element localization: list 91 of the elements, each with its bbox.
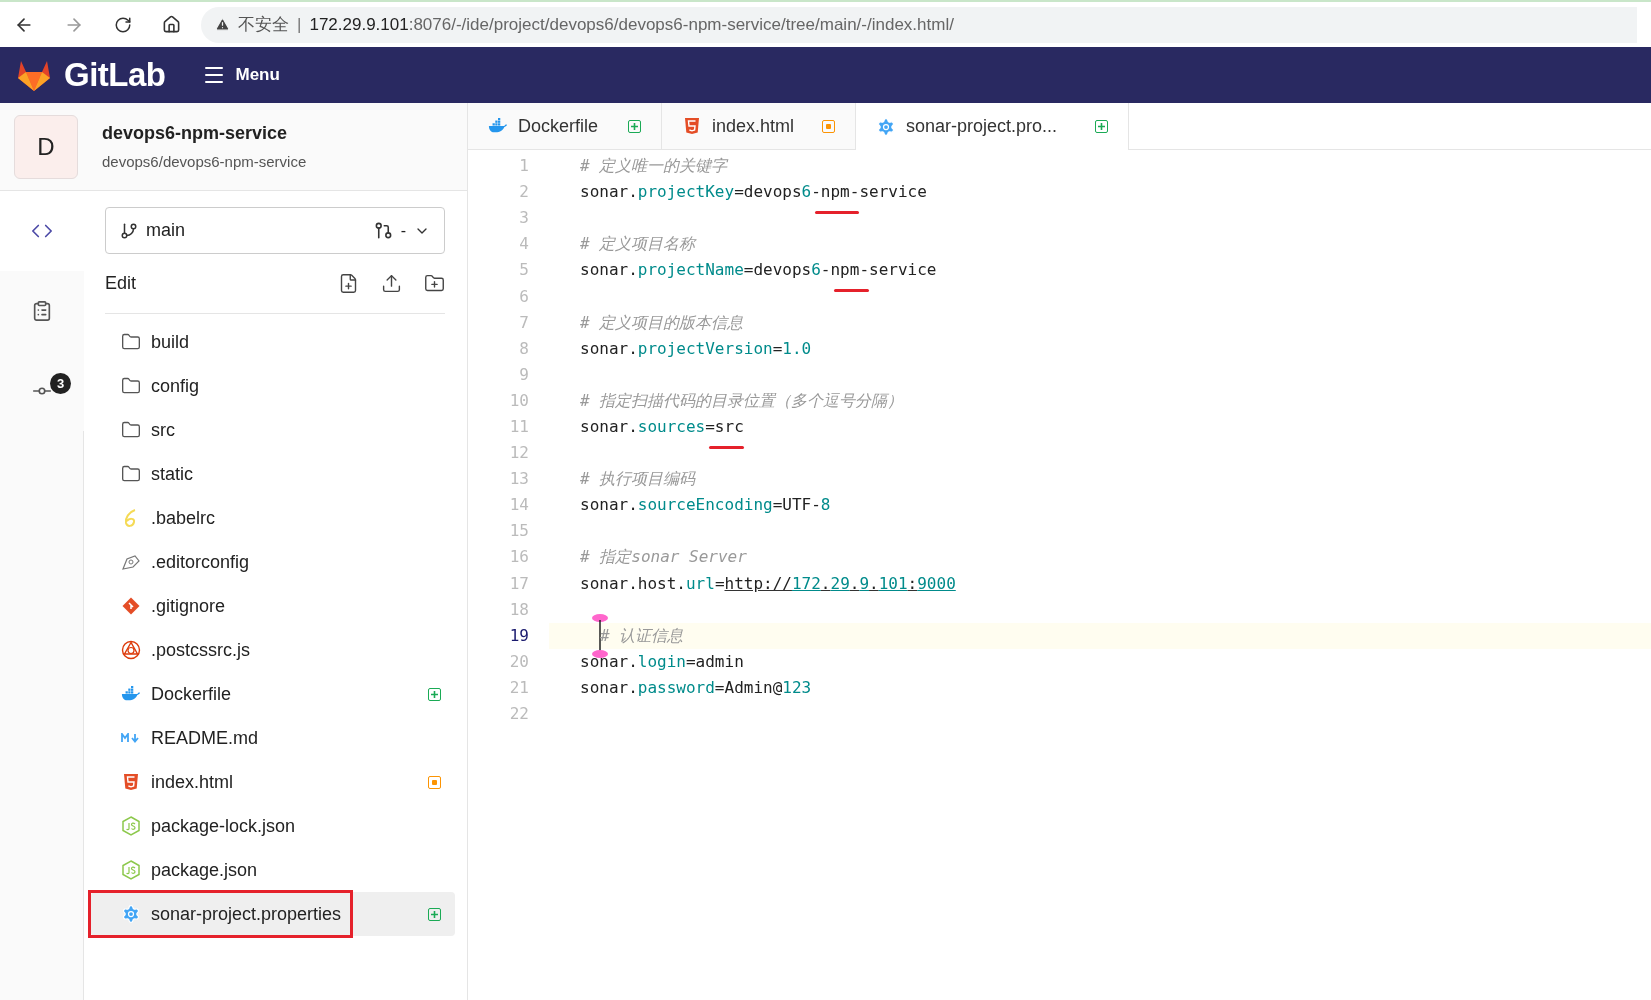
file-tree-item[interactable]: index.html [105, 760, 455, 804]
line-number: 1 [518, 155, 530, 178]
code-line: sonar.sourceEncoding=UTF-8 [580, 494, 831, 517]
line-number: 6 [518, 285, 530, 308]
branch-name: main [146, 219, 186, 242]
code-line: sonar.projectVersion=1.0 [580, 337, 812, 360]
new-folder-icon[interactable] [424, 273, 445, 294]
line-number: 12 [508, 442, 530, 465]
line-number: 3 [518, 207, 530, 230]
folder-icon [121, 464, 141, 484]
file-tree-item[interactable]: .editorconfig [105, 540, 455, 584]
line-number: 14 [508, 494, 530, 517]
file-tree-item[interactable]: package.json [105, 848, 455, 892]
code-line: sonar.sources=src [580, 415, 744, 439]
file-tree-item[interactable]: README.md [105, 716, 455, 760]
code-line: sonar.projectName=devops6-npm-service [580, 258, 937, 283]
upload-icon[interactable] [381, 273, 402, 294]
line-number: 5 [518, 259, 530, 282]
project-avatar: D [14, 114, 78, 179]
code-line: # 定义项目名称 [580, 233, 696, 256]
code-line: sonar.host.url=http://172.29.9.101:9000 [580, 572, 956, 595]
line-number: 13 [508, 468, 530, 491]
file-tree-item[interactable]: package-lock.json [105, 804, 455, 848]
file-tree-item[interactable]: config [105, 364, 455, 408]
html5-icon [121, 772, 141, 792]
file-tree-item[interactable]: .postcssrc.js [105, 628, 455, 672]
clipboard-icon [31, 300, 53, 322]
code-line: sonar.login=admin [580, 650, 744, 673]
security-label: 不安全 [238, 13, 289, 36]
file-tree-item[interactable]: .babelrc [105, 496, 455, 540]
new-file-icon[interactable] [338, 273, 359, 294]
branch-icon [120, 221, 138, 240]
line-number: 9 [518, 363, 530, 386]
project-path: devops6/devops6-npm-service [102, 151, 307, 172]
annotation-underline [815, 211, 860, 215]
line-number: 21 [508, 676, 530, 699]
line-number: 22 [508, 703, 530, 725]
project-name[interactable]: devops6-npm-service [102, 119, 307, 147]
tree-header: Edit [105, 272, 138, 295]
merge-request-icon [373, 221, 393, 240]
address-bar[interactable]: 不安全 | 172.29.9.101:8076/-/ide/project/devops6/devops6-npm-service/tree/main/-/index.html/ [201, 6, 1637, 43]
line-number: 7 [518, 311, 530, 334]
file-tree-item[interactable]: static [105, 452, 455, 496]
editor-tab[interactable]: Dockerfile [468, 103, 662, 150]
editor-tab[interactable]: sonar-project.pro... [856, 103, 1129, 150]
pen-icon [121, 552, 141, 572]
editor-tab[interactable]: index.html [662, 103, 856, 150]
merge-request-value: - [400, 220, 406, 241]
line-number: 20 [508, 650, 530, 673]
nodejs-icon [121, 860, 141, 880]
line-number: 8 [518, 337, 530, 360]
nodejs-icon [121, 816, 141, 836]
file-tree-item[interactable]: Dockerfile [105, 672, 455, 716]
line-number: 10 [508, 389, 530, 412]
gear-icon [121, 904, 141, 924]
annotation-underline [709, 446, 744, 449]
count-badge: 3 [50, 373, 71, 394]
folder-icon [121, 376, 141, 396]
folder-icon [121, 332, 141, 352]
branch-dropdown[interactable]: main - [105, 207, 445, 254]
line-number: 2 [518, 181, 530, 204]
separator-text: | [297, 13, 302, 36]
html5-icon [682, 116, 702, 136]
file-tree-item[interactable]: .gitignore [105, 584, 455, 628]
code-line: # 指定sonar Server [580, 546, 747, 569]
code-line: sonar.projectKey=devops6-npm-service [580, 180, 927, 205]
gear-icon [876, 116, 896, 137]
code-line: # 执行项目编码 [580, 468, 696, 491]
code-line: sonar.password=Admin@123 [580, 676, 812, 699]
postcss-icon [121, 640, 141, 660]
line-number: 19 [508, 624, 530, 647]
url-text: 172.29.9.101:8076/-/ide/project/devops6/devops6-npm-service/tree/main/-/index.html/ [309, 13, 954, 36]
line-number: 11 [508, 416, 530, 438]
line-number: 15 [508, 520, 530, 543]
annotation-underline [834, 289, 869, 293]
line-number: 4 [518, 233, 530, 256]
file-tree-item[interactable]: sonar-project.properties [91, 892, 455, 936]
file-tree-item[interactable]: src [105, 408, 455, 452]
line-number: 16 [508, 546, 530, 569]
code-line: # 定义项目的版本信息 [580, 311, 744, 334]
code-line: # 定义唯一的关键字 [580, 155, 728, 178]
home-icon[interactable] [162, 15, 181, 34]
line-number: 17 [508, 572, 530, 595]
folder-icon [121, 420, 141, 440]
gitlab-wordmark[interactable]: GitLab [64, 50, 166, 100]
line-number: 18 [508, 598, 530, 621]
menu-button[interactable]: Menu [201, 62, 280, 88]
reload-icon[interactable] [114, 15, 132, 34]
file-tree-item[interactable]: build [105, 320, 455, 364]
warning-icon [215, 17, 230, 32]
code-line: # 指定扫描代码的目录位置（多个逗号分隔） [580, 389, 904, 412]
